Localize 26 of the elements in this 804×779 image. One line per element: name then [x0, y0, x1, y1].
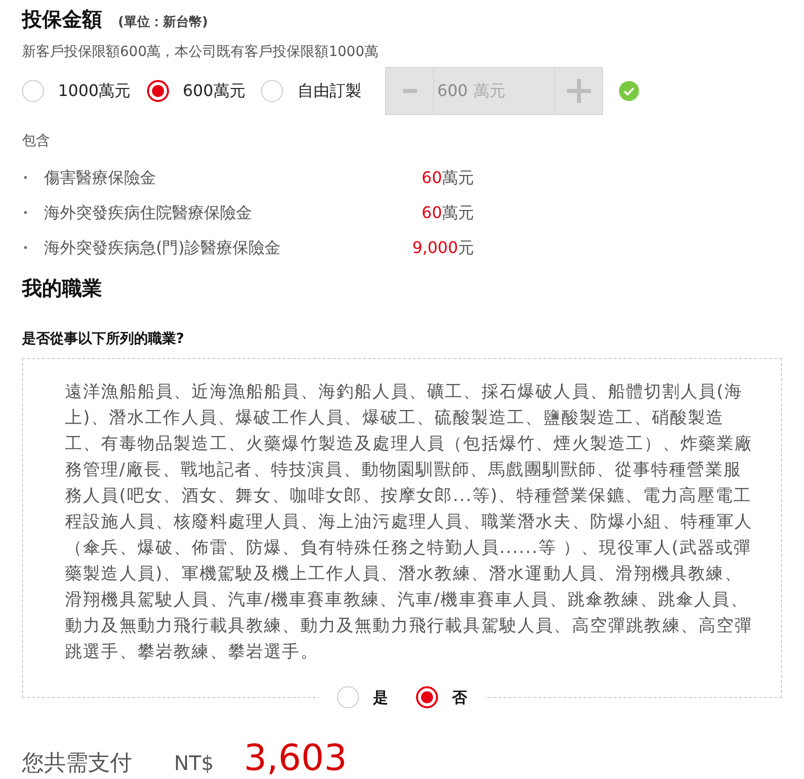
unit-note: (單位：新台幣)	[118, 14, 208, 32]
radio-option[interactable]: 否	[416, 686, 467, 708]
currency-label: NT$	[174, 750, 214, 777]
bullet-icon	[24, 211, 27, 214]
section-title: 我的職業	[22, 275, 103, 302]
limit-note: 新客戶投保限額600萬，本公司既有客戶投保限額1000萬	[22, 43, 380, 62]
coverage-amount: 60萬元	[420, 202, 474, 224]
unit-label: 萬元	[473, 80, 506, 102]
coverage-name: 傷害醫療保險金	[44, 166, 157, 188]
coverage-title: 包含	[22, 132, 51, 151]
question-label: 是否從事以下所列的職業?	[22, 330, 186, 349]
radio-option[interactable]: 是	[337, 686, 388, 708]
total-label: 您共需支付	[22, 750, 132, 778]
section-title: 投保金額	[22, 6, 102, 33]
coverage-name: 海外突發疾病住院醫療保險金	[44, 202, 253, 224]
radio-option[interactable]: 600萬元	[146, 79, 246, 103]
radio-option[interactable]: 自由訂製	[261, 79, 362, 103]
total-amount: 3,603	[244, 737, 347, 779]
bullet-icon	[24, 246, 27, 249]
plus-icon	[566, 79, 591, 103]
occupation-list: 遠洋漁船船員、近海漁船船員、海釣船人員、礦工、採石爆破人員、船體切割人員(海上)、潛水工作人員、爆破工作人員、爆破工、硫酸製造工、鹽酸製造工、硝酸製造工、有毒物品製造工、火藥爆竹製造及處理人員（包括爆竹、煙火製造工）、炸藥業廠務管理/廠長、戰地記者、特技演員、動物園馴獸師、馬戲團馴獸師、從事特種營業服務人員(吧女、酒女、舞女、咖啡女郎、按摩女郎...等)、特種營業保鑣、電力高壓電工程設施人員、核廢料處理人員、海上油污處理人員、職業潛水夫、防爆小組、特種軍人（傘兵、爆破、佈雷、防爆、負有特殊任務之特勤人員......等 ）、現役軍人(武器或彈藥製造人員)、軍機駕駛及機上工作人員、潛水教練、潛水運動人員、滑翔機具教練、滑翔機具駕駛人員、汽車/機車賽車教練、汽車/機車賽車人員、跳傘教練、跳傘人員、動力及無動力飛行載具教練、動力及無動力飛行載具駕駛人員、高空彈跳教練、高空彈跳選手、攀岩教練、攀岩選手。	[23, 359, 781, 665]
coverage-amount: 60萬元	[420, 166, 474, 188]
coverage-name: 海外突發疾病急(門)診醫療保險金	[44, 236, 282, 258]
coverage-amount: 9,000元	[411, 236, 474, 258]
radio-option[interactable]: 1000萬元	[22, 79, 131, 103]
bullet-icon	[24, 176, 27, 179]
